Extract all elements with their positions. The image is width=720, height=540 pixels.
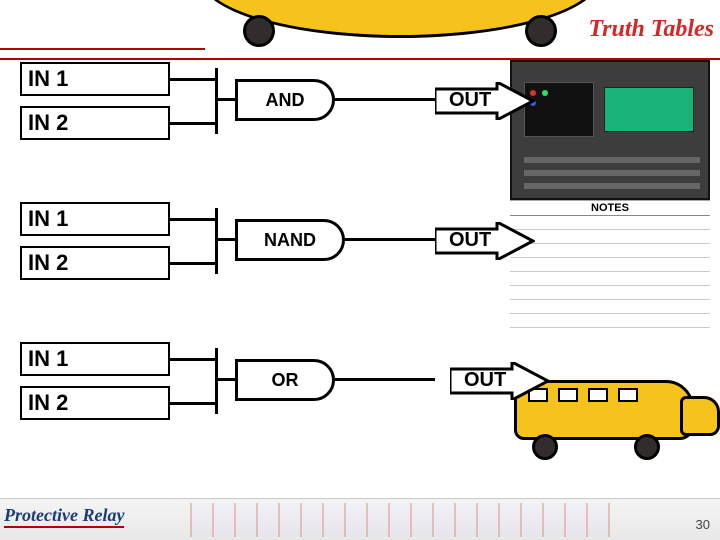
output-label: OUT [449,229,491,252]
wire [170,262,215,265]
wire [215,68,218,134]
input-label-in2: IN 2 [20,246,170,280]
input-label-in2: IN 2 [20,106,170,140]
footer-brand: Protective Relay [4,505,124,526]
wire [215,208,218,274]
gate-or: OR [235,359,335,401]
footer: Protective Relay 30 [0,498,720,540]
input-label-in1: IN 1 [20,202,170,236]
wire [170,358,215,361]
wire [345,238,435,241]
input-label-in1: IN 1 [20,62,170,96]
wire [170,122,215,125]
wire [335,98,435,101]
wire [215,378,235,381]
input-label-in1: IN 1 [20,342,170,376]
gate-row-and: IN 1 IN 2 AND OUT [20,60,700,170]
output-arrow: OUT [435,222,535,256]
wire [215,98,235,101]
divider [0,48,205,50]
gate-row-nand: IN 1 IN 2 NAND OUT [20,200,700,310]
output-arrow: OUT [435,82,535,116]
wire [170,402,215,405]
page-title: Truth Tables [588,16,714,43]
bus-illustration-top [200,0,600,38]
output-label: OUT [449,89,491,112]
footer-decoration [190,503,610,537]
wire [170,78,215,81]
output-label: OUT [464,369,506,392]
page-number: 30 [696,517,710,532]
wire [170,218,215,221]
wire [215,348,218,414]
gate-row-or: IN 1 IN 2 OR OUT [20,340,700,450]
output-arrow: OUT [450,362,550,396]
gate-nand: NAND [235,219,345,261]
wire [335,378,435,381]
wire [215,238,235,241]
gate-and: AND [235,79,335,121]
input-label-in2: IN 2 [20,386,170,420]
